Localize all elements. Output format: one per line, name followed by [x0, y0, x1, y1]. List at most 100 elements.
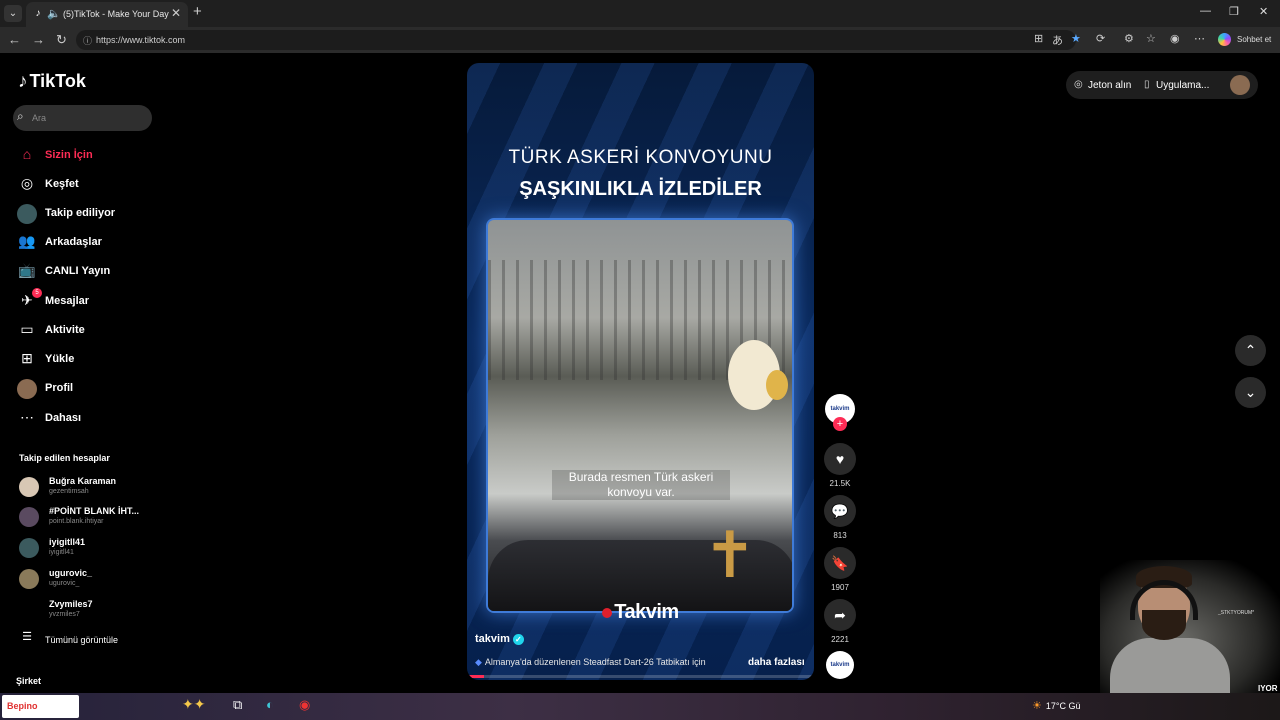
following-account[interactable]: Buğra Karaman gezentimsah	[19, 475, 149, 501]
upload-icon: ⊞	[21, 350, 33, 366]
comment-button[interactable]: 💬	[824, 495, 856, 527]
nav-label: Yükle	[45, 353, 75, 365]
account-name: Zvymiles7	[49, 599, 93, 609]
app-taskbar-icon[interactable]: ◉	[299, 697, 310, 713]
weather-widget[interactable]: ☀ 17°C Gü	[1032, 699, 1081, 712]
following-account[interactable]: #POİNT BLANK İHT... point.blank.ihtiyar	[19, 505, 149, 531]
copilot-chat-button[interactable]: Sohbet et	[1216, 32, 1276, 48]
see-all-label: Tümünü görüntüle	[45, 635, 119, 645]
maximize-button[interactable]: ❐	[1229, 5, 1239, 18]
account-name: iyigitll41	[49, 537, 86, 547]
share-count: 2221	[831, 635, 849, 644]
copilot-label: Sohbet et	[1237, 35, 1272, 44]
company-section-title: Şirket	[16, 676, 42, 686]
profile-icon[interactable]: ◉	[1170, 32, 1180, 45]
video-headline-line1: TÜRK ASKERİ KONVOYUNU	[508, 147, 773, 168]
taskbar-search-text: Bepino	[7, 701, 38, 711]
video-clip-frame: ✝ Burada resmen Türk askeri konvoyu var.	[486, 218, 794, 613]
favorites-icon[interactable]: ☆	[1146, 32, 1156, 45]
extensions-icon[interactable]: ⚙	[1124, 32, 1134, 45]
forward-button[interactable]: →	[32, 32, 45, 47]
windows-taskbar: Bepino ✦✦ ⧉ ◐ ◉ ☀ 17°C Gü	[0, 693, 1280, 720]
following-account[interactable]: ugurovic_ ugurovic_	[19, 567, 149, 593]
nav-messages[interactable]: ✈ 5 Mesajlar	[15, 288, 155, 314]
profile-avatar-icon	[17, 379, 37, 399]
nav-for-you[interactable]: ⌂ Sizin İçin	[15, 144, 155, 168]
user-avatar[interactable]	[1230, 75, 1250, 95]
taskbar-search[interactable]: Bepino	[2, 695, 79, 718]
logo-text: TikTok	[29, 71, 86, 91]
nav-upload[interactable]: ⊞ Yükle	[15, 348, 155, 372]
list-icon: ☰	[22, 631, 32, 643]
video-progress-bar[interactable]	[467, 675, 814, 678]
minimize-button[interactable]: —	[1200, 5, 1211, 17]
share-button[interactable]: ➦	[824, 599, 856, 631]
refresh-extension-icon[interactable]: ⟳	[1096, 32, 1105, 45]
account-avatar	[19, 600, 39, 620]
url-field[interactable]: ⓘ https://www.tiktok.com	[76, 30, 1076, 50]
account-name: ugurovic_	[49, 568, 93, 578]
search-input[interactable]: ⌕ Ara	[13, 105, 152, 131]
account-avatar	[19, 538, 39, 558]
tab-actions-menu[interactable]: ⌄	[4, 5, 22, 22]
nav-following[interactable]: Takip ediliyor	[15, 202, 155, 226]
translate-icon[interactable]: あ	[1052, 32, 1063, 48]
following-account[interactable]: Zvymiles7 yvzmiles7	[19, 598, 149, 624]
caption-text: Almanya'da düzenlenen Steadfast Dart-26 …	[484, 657, 706, 667]
video-player[interactable]: TÜRK ASKERİ KONVOYUNU ŞAŞKINLIKLA İZLEDİ…	[467, 63, 814, 680]
get-coins-button[interactable]: Jeton alın	[1088, 80, 1131, 91]
video-author[interactable]: takvim ✓	[475, 633, 524, 645]
coin-icon: ◎	[1074, 79, 1083, 90]
nav-more[interactable]: ⋯ Dahası	[15, 407, 155, 431]
reload-button[interactable]: ↻	[56, 32, 67, 48]
favorite-star-icon[interactable]: ★	[1071, 32, 1081, 45]
nav-profile[interactable]: Profil	[15, 377, 155, 401]
sparkles-icon[interactable]: ✦✦	[182, 696, 205, 713]
caption-more-link[interactable]: daha fazlası	[748, 657, 805, 668]
next-video-button[interactable]: ⌄	[1235, 377, 1266, 408]
tab-title: (5)TikTok - Make Your Day	[63, 9, 169, 19]
follow-plus-button[interactable]: +	[833, 417, 847, 431]
site-info-icon[interactable]: ⓘ	[83, 34, 92, 47]
nav-label: Sizin İçin	[45, 149, 93, 161]
account-username: ugurovic_	[49, 580, 80, 587]
account-avatar	[19, 477, 39, 497]
new-tab-button[interactable]: +	[193, 3, 202, 20]
share-arrow-icon: ➦	[834, 607, 846, 623]
nav-friends[interactable]: 👥 Arkadaşlar	[15, 231, 155, 255]
task-view-icon[interactable]: ⧉	[233, 697, 242, 713]
home-icon: ⌂	[22, 146, 32, 162]
search-icon: ⌕	[17, 109, 24, 123]
tab-close-icon[interactable]: ✕	[171, 6, 181, 20]
back-button[interactable]: ←	[8, 32, 21, 47]
sound-disc-avatar[interactable]: takvim	[826, 651, 854, 679]
nav-explore[interactable]: ◎ Keşfet	[15, 173, 155, 197]
browser-tab-bar: ⌄ ♪ 🔈 (5)TikTok - Make Your Day ✕ + — ❐ …	[0, 0, 1280, 27]
app-available-icon[interactable]: ⊞	[1034, 32, 1043, 45]
video-progress-fill	[467, 675, 485, 678]
see-all-following[interactable]: ☰ Tümünü görüntüle	[15, 628, 155, 652]
account-avatar	[19, 569, 39, 589]
save-button[interactable]: 🔖	[824, 547, 856, 579]
webcam-body	[1110, 638, 1230, 698]
browser-tab-tiktok[interactable]: ♪ 🔈 (5)TikTok - Make Your Day ✕	[26, 2, 188, 27]
nav-activity[interactable]: ▭ Aktivite	[15, 319, 155, 343]
close-window-button[interactable]: ✕	[1259, 5, 1268, 18]
nav-live[interactable]: 📺 CANLI Yayın	[15, 260, 155, 284]
flag-dot-icon	[602, 608, 613, 618]
webcam-overlay: _STKTYORUM* IYOR	[1100, 560, 1280, 698]
account-avatar	[19, 507, 39, 527]
settings-more-icon[interactable]: ⋯	[1194, 32, 1205, 45]
like-count: 21.5K	[829, 479, 851, 488]
speaker-icon[interactable]: 🔈	[47, 7, 61, 20]
previous-video-button[interactable]: ⌃	[1235, 335, 1266, 366]
more-dots-icon: ⋯	[20, 409, 34, 425]
get-app-button[interactable]: Uygulama...	[1156, 80, 1209, 91]
nav-label: Arkadaşlar	[45, 236, 102, 248]
top-right-actions: ◎ Jeton alın ▯ Uygulama...	[1066, 71, 1258, 99]
following-account[interactable]: iyigitll41 iyigitll41	[19, 536, 149, 562]
like-button[interactable]: ♥	[824, 443, 856, 475]
tiktok-logo[interactable]: ♪ TikTok	[18, 71, 86, 93]
edge-browser-icon[interactable]: ◐	[266, 697, 274, 712]
video-caption: ◆ Almanya'da düzenlenen Steadfast Dart-26…	[475, 657, 706, 668]
